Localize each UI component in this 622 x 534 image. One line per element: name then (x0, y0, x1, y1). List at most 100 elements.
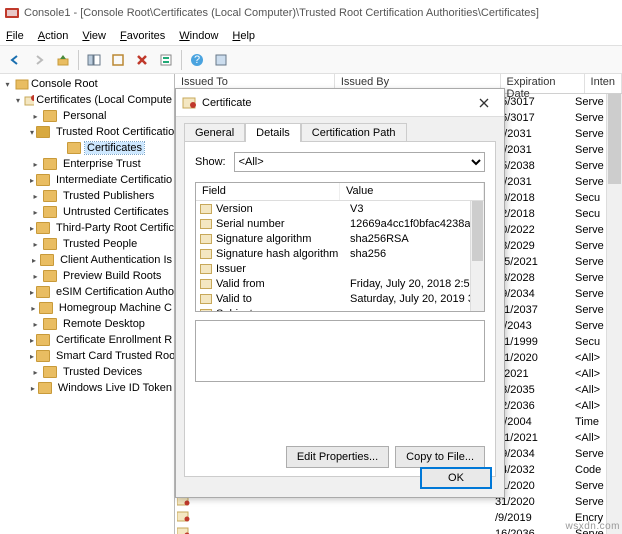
tree-label: Third-Party Root Certific (54, 222, 175, 234)
ok-button[interactable]: OK (420, 467, 492, 489)
tree-node[interactable]: ▸Trusted Devices (0, 364, 174, 380)
expand-icon[interactable]: ▸ (30, 207, 41, 218)
tree-node[interactable]: ▸Certificate Enrollment R (0, 332, 174, 348)
tree-node[interactable]: ▸ Third-Party Root Certific (0, 220, 174, 236)
col-value[interactable]: Value (340, 183, 484, 200)
tree-label: Untrusted Certificates (61, 206, 171, 218)
field-row[interactable]: Subject (196, 306, 484, 311)
scrollbar-thumb[interactable] (472, 201, 483, 261)
expand-icon[interactable]: ▸ (30, 159, 41, 170)
tree-node[interactable]: ▸Personal (0, 108, 174, 124)
field-row[interactable]: Serial number12669a4cc1f0bfac4238afe9a6.… (196, 216, 484, 231)
expand-icon[interactable]: ▸ (30, 287, 34, 298)
field-description-box[interactable] (195, 320, 485, 382)
col-intended[interactable]: Inten (585, 74, 622, 93)
expand-icon[interactable]: ▸ (30, 271, 41, 282)
menu-view[interactable]: View (82, 30, 106, 42)
cell-issued-to (175, 511, 335, 526)
expand-icon[interactable]: ▸ (30, 303, 37, 314)
collapse-icon[interactable]: ▾ (30, 127, 34, 138)
expand-icon[interactable]: ▸ (30, 367, 41, 378)
tree-node[interactable]: ▸Windows Live ID Token (0, 380, 174, 396)
tree-node[interactable]: ▸Trusted People (0, 236, 174, 252)
tree-node[interactable]: ▸Intermediate Certificatio (0, 172, 174, 188)
tree-node[interactable]: ▸ Untrusted Certificates (0, 204, 174, 220)
scrollbar-thumb[interactable] (608, 94, 621, 184)
tab-details[interactable]: Details (245, 123, 301, 142)
field-value: sha256 (350, 248, 484, 260)
expand-icon[interactable]: ▸ (30, 335, 34, 346)
field-list[interactable]: Field Value VersionV3Serial number12669a… (195, 182, 485, 312)
field-value: V3 (350, 203, 484, 215)
menu-action[interactable]: Action (38, 30, 69, 42)
tree-root[interactable]: ▾ Console Root (0, 76, 174, 92)
folder-icon (39, 302, 53, 314)
tree-node[interactable]: ▸Enterprise Trust (0, 156, 174, 172)
expand-icon[interactable]: ▸ (30, 191, 41, 202)
field-row[interactable]: Signature hash algorithmsha256 (196, 246, 484, 261)
tree-node[interactable]: ▸Preview Build Roots (0, 268, 174, 284)
expand-icon[interactable]: ▸ (30, 111, 41, 122)
collapse-icon[interactable]: ▾ (2, 79, 13, 90)
field-scrollbar[interactable] (470, 201, 484, 311)
no-expand-icon (54, 143, 65, 154)
expand-icon[interactable]: ▸ (30, 351, 34, 362)
edit-properties-button[interactable]: Edit Properties... (286, 446, 389, 468)
col-field[interactable]: Field (196, 183, 340, 200)
field-row[interactable]: VersionV3 (196, 201, 484, 216)
show-hide-button[interactable] (83, 49, 105, 71)
field-value: 12669a4cc1f0bfac4238afe9a6... (350, 218, 484, 230)
list-row[interactable]: /9/2019Encry (175, 510, 622, 526)
cell-expiration: /9/2031 (495, 144, 575, 156)
properties-button[interactable] (155, 49, 177, 71)
up-button[interactable] (52, 49, 74, 71)
help-button[interactable]: ? (186, 49, 208, 71)
field-icon (200, 219, 212, 229)
tree-node[interactable]: ▸Client Authentication Is (0, 252, 174, 268)
expand-icon[interactable]: ▸ (30, 255, 38, 266)
dialog-titlebar[interactable]: Certificate (176, 89, 504, 117)
tree-node[interactable]: ▸Remote Desktop (0, 316, 174, 332)
list-row[interactable]: 16/2036Serve (175, 526, 622, 534)
expand-icon[interactable]: ▸ (30, 319, 41, 330)
delete-button[interactable] (131, 49, 153, 71)
col-expiration[interactable]: Expiration Date (501, 74, 585, 93)
field-icon (200, 264, 212, 274)
field-list-body[interactable]: VersionV3Serial number12669a4cc1f0bfac42… (196, 201, 484, 311)
cell-expiration: /31/2037 (495, 304, 575, 316)
tree-node[interactable]: ▾Trusted Root Certificatio (0, 124, 174, 140)
expand-icon[interactable]: ▸ (30, 239, 41, 250)
show-select[interactable]: <All> (234, 152, 485, 172)
field-row[interactable]: Valid toSaturday, July 20, 2019 3:18:... (196, 291, 484, 306)
tree-node[interactable]: ▸eSIM Certification Autho (0, 284, 174, 300)
cut-button[interactable] (107, 49, 129, 71)
certificate-icon (182, 95, 198, 111)
field-row[interactable]: Valid fromFriday, July 20, 2018 2:58:24 (196, 276, 484, 291)
tab-certification-path[interactable]: Certification Path (301, 123, 407, 142)
tree-node[interactable]: ▸Homegroup Machine C (0, 300, 174, 316)
tree-certificates-root[interactable]: ▾ Certificates (Local Compute (0, 92, 174, 108)
field-row[interactable]: Issuer (196, 261, 484, 276)
field-value: Friday, July 20, 2018 2:58:24 (350, 278, 484, 290)
tree-node[interactable]: ▸Trusted Publishers (0, 188, 174, 204)
vertical-scrollbar[interactable] (606, 94, 622, 534)
cell-expiration: /15/2021 (495, 256, 575, 268)
collapse-icon[interactable]: ▾ (14, 95, 22, 106)
tree-node[interactable]: ▸Smart Card Trusted Roo (0, 348, 174, 364)
back-button[interactable] (4, 49, 26, 71)
close-button[interactable] (470, 93, 498, 113)
tree-pane[interactable]: ▾ Console Root ▾ Certificates (Local Com… (0, 74, 175, 534)
menu-favorites[interactable]: Favorites (120, 30, 165, 42)
tab-general[interactable]: General (184, 123, 245, 142)
menu-help[interactable]: Help (232, 30, 255, 42)
field-row[interactable]: Signature algorithmsha256RSA (196, 231, 484, 246)
menu-window[interactable]: Window (179, 30, 218, 42)
copy-to-file-button[interactable]: Copy to File... (395, 446, 485, 468)
expand-icon[interactable]: ▸ (30, 383, 36, 394)
forward-button[interactable] (28, 49, 50, 71)
tree-node[interactable]: Certificates (0, 140, 174, 156)
expand-icon[interactable]: ▸ (30, 175, 34, 186)
expand-icon[interactable]: ▸ (30, 223, 34, 234)
menu-file[interactable]: File (6, 30, 24, 42)
export-button[interactable] (210, 49, 232, 71)
